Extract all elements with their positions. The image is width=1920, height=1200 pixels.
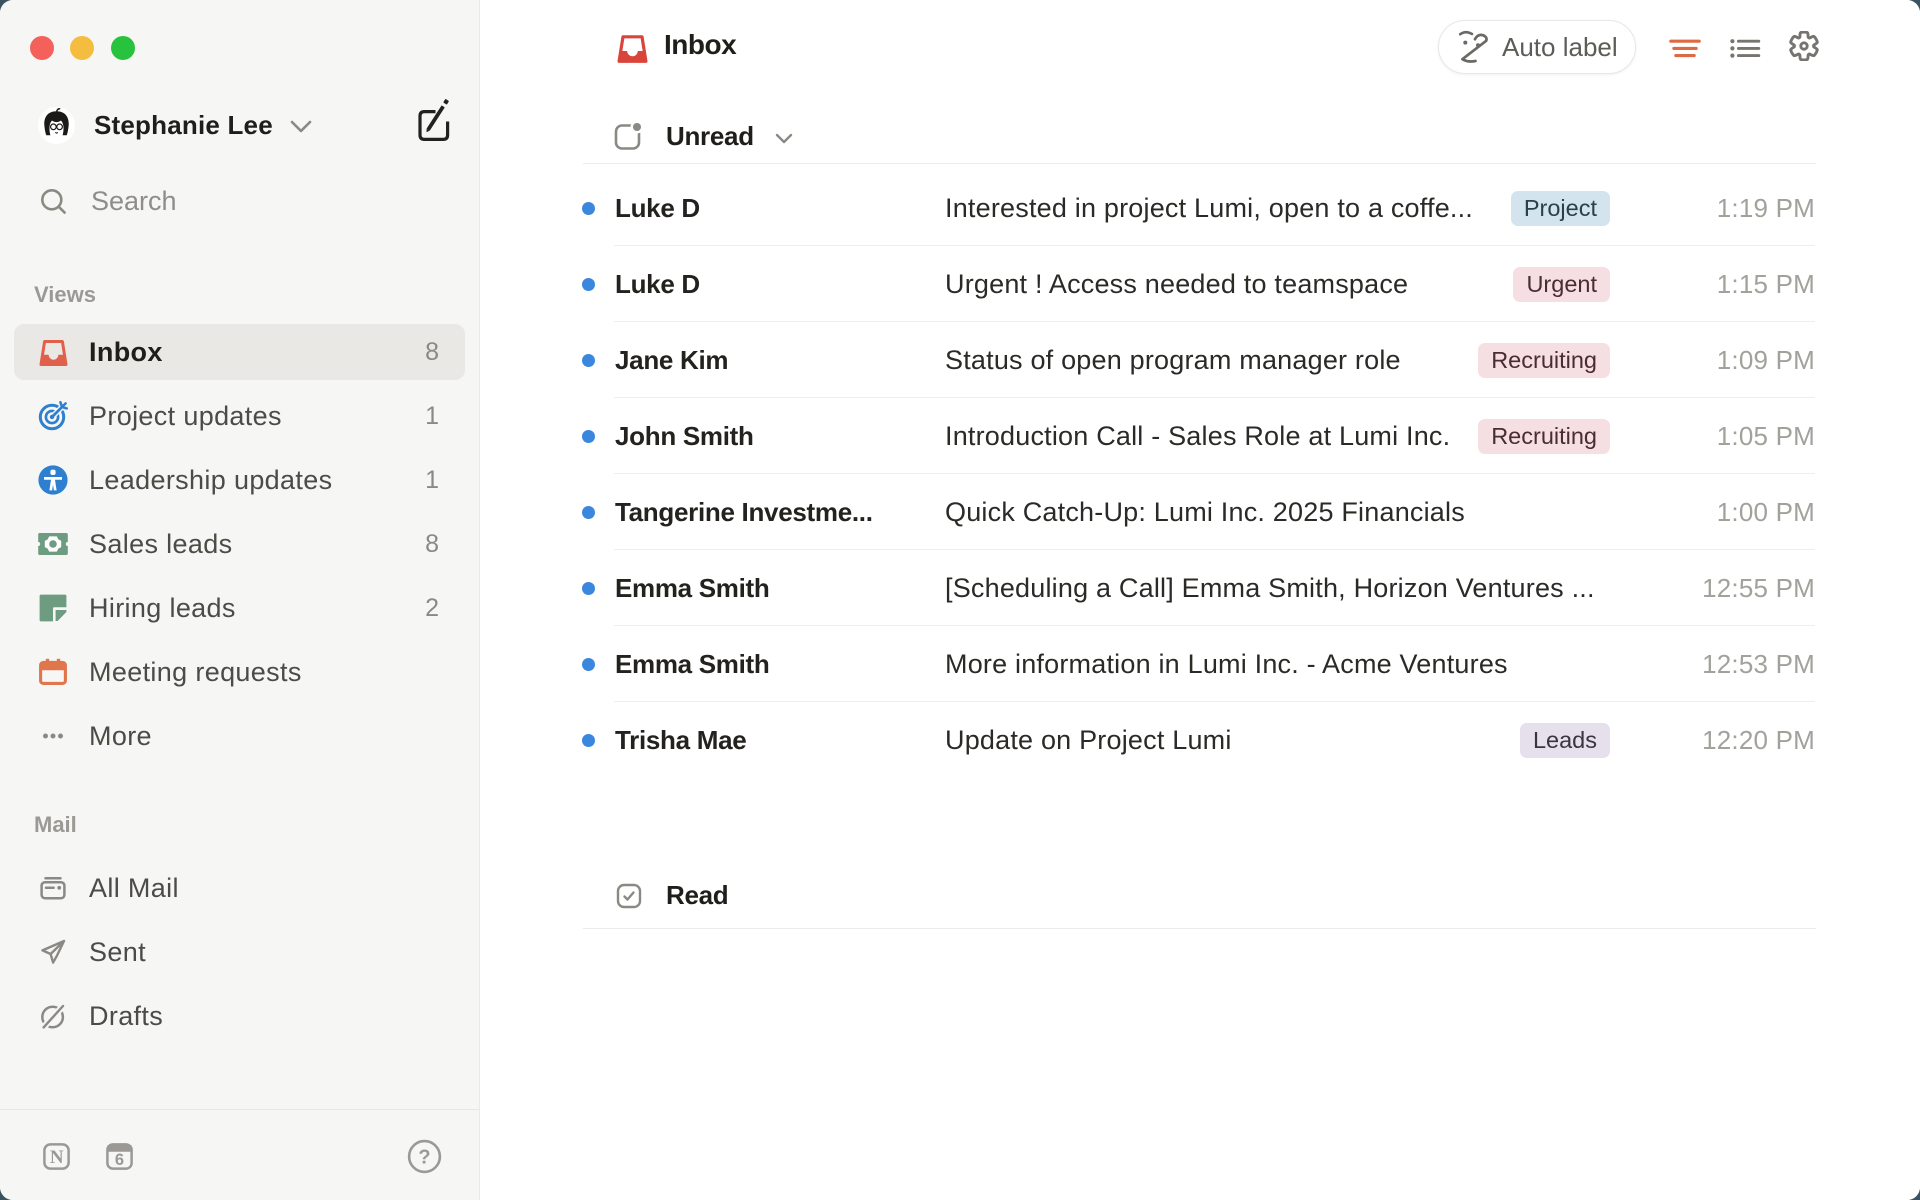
svg-text:N: N [50, 1147, 64, 1168]
svg-text:6: 6 [115, 1151, 124, 1169]
svg-text:?: ? [418, 1147, 430, 1169]
